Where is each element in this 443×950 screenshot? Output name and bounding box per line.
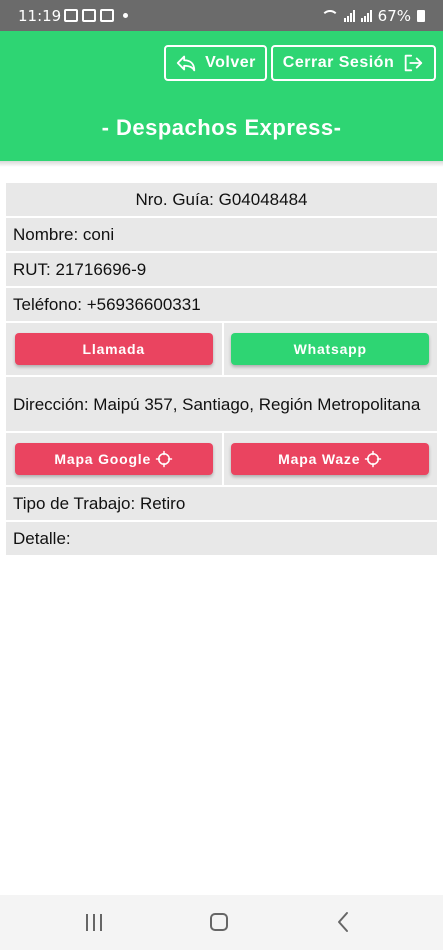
signal-icon	[360, 10, 372, 22]
signal-icon	[343, 10, 355, 22]
google-maps-button[interactable]: Mapa Google	[14, 443, 213, 475]
rut-text: RUT: 21716696-9	[13, 260, 147, 279]
contact-actions-row: Llamada Whatsapp	[6, 323, 437, 377]
logout-label: Cerrar Sesión	[282, 54, 395, 71]
home-icon[interactable]	[210, 913, 228, 931]
google-cell: Mapa Google	[6, 433, 222, 485]
app-title: - Despachos Express-	[101, 115, 342, 140]
whatsapp-cell: Whatsapp	[221, 323, 438, 375]
waze-button[interactable]: Mapa Waze	[231, 443, 430, 475]
call-button[interactable]: Llamada	[14, 333, 213, 365]
dispatch-details: Nro. Guía: G04048484 Nombre: coni RUT: 2…	[6, 183, 437, 557]
back-label: Volver	[205, 54, 256, 71]
logout-icon	[404, 54, 423, 72]
map-actions-row: Mapa Google Mapa Waze	[6, 433, 437, 487]
nombre-text: Nombre: coni	[13, 225, 115, 244]
nombre-row: Nombre: coni	[6, 218, 437, 253]
telefono-row: Teléfono: +56936600331	[6, 288, 437, 323]
crosshair-icon	[365, 450, 382, 468]
waze-cell: Mapa Waze	[221, 433, 438, 485]
call-cell: Llamada	[6, 323, 222, 375]
logout-button[interactable]: Cerrar Sesión	[271, 45, 436, 81]
header-shadow	[0, 161, 443, 167]
waze-label: Mapa Waze	[278, 450, 361, 467]
detalle-row: Detalle:	[6, 522, 437, 557]
guia-text: Nro. Guía: G04048484	[135, 190, 308, 209]
guia-row: Nro. Guía: G04048484	[6, 183, 437, 218]
system-icons: 67%	[320, 7, 425, 25]
crosshair-icon	[155, 450, 173, 468]
back-icon[interactable]	[336, 911, 350, 933]
whatsapp-button[interactable]: Whatsapp	[231, 333, 430, 365]
image-icon	[64, 9, 78, 22]
back-button[interactable]: Volver	[164, 45, 267, 81]
status-time: 11:19	[18, 7, 62, 25]
tipo-trabajo-row: Tipo de Trabajo: Retiro	[6, 487, 437, 522]
battery-percent: 67%	[377, 7, 411, 25]
detalle-text: Detalle:	[13, 529, 71, 548]
reply-arrow-icon	[176, 55, 196, 72]
google-maps-label: Mapa Google	[54, 450, 152, 467]
battery-icon	[417, 10, 425, 22]
status-bar: 11:19 67%	[0, 0, 443, 31]
mail-icon	[100, 9, 114, 22]
direccion-text: Dirección: Maipú 357, Santiago, Región M…	[13, 394, 421, 414]
recents-icon[interactable]	[86, 914, 102, 931]
telefono-text: Teléfono: +56936600331	[13, 295, 201, 314]
wifi-icon	[320, 10, 339, 22]
rut-row: RUT: 21716696-9	[6, 253, 437, 288]
app-header: Volver Cerrar Sesión - Despachos Express…	[0, 31, 443, 161]
mail-icon	[82, 9, 96, 22]
tipo-trabajo-text: Tipo de Trabajo: Retiro	[13, 494, 186, 513]
direccion-row: Dirección: Maipú 357, Santiago, Región M…	[6, 377, 437, 433]
dot-icon	[123, 13, 128, 18]
system-nav-bar	[0, 895, 443, 950]
notification-icons	[64, 9, 128, 22]
